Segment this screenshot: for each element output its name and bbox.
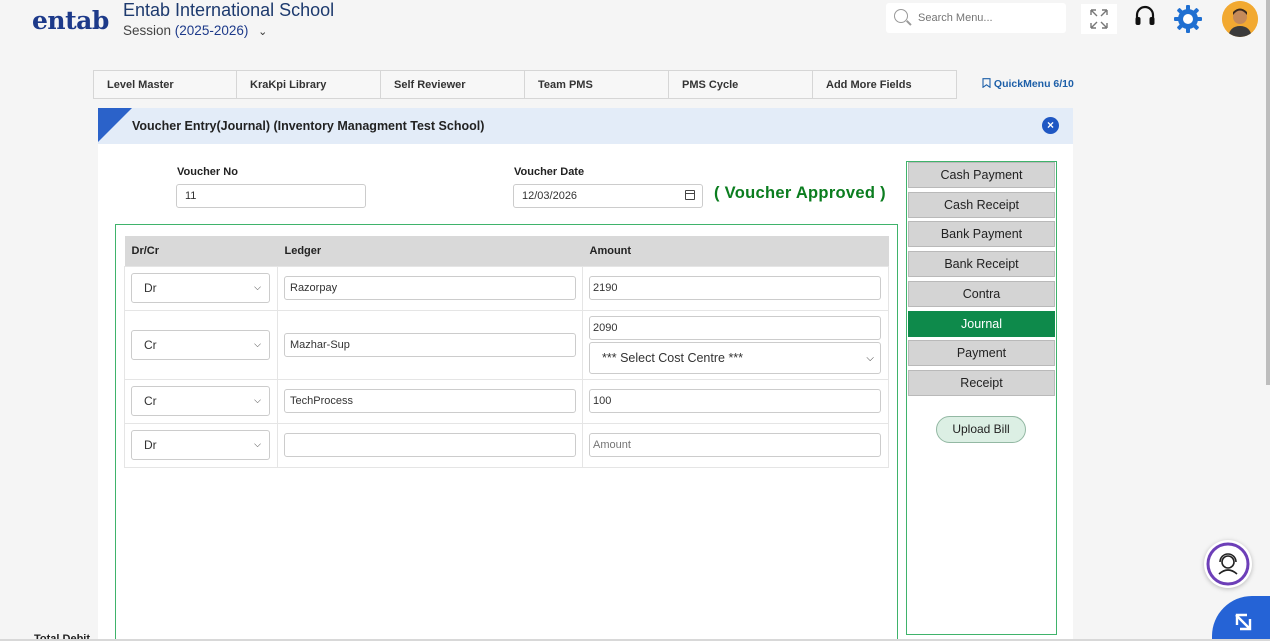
quickmenu-link[interactable]: QuickMenu 6/10 — [982, 78, 1074, 90]
col-ledger: Ledger — [277, 236, 583, 266]
search-icon — [894, 9, 908, 23]
ledger-input[interactable] — [284, 276, 576, 300]
tab-pms-cycle[interactable]: PMS Cycle — [669, 70, 813, 99]
bank-payment-button[interactable]: Bank Payment — [908, 221, 1055, 247]
chevron-down-icon: ⌄ — [258, 26, 268, 38]
page-scrollbar[interactable] — [1266, 0, 1270, 385]
close-icon[interactable]: × — [1042, 117, 1059, 134]
table-header-row: Dr/Cr Ledger Amount — [124, 236, 889, 266]
cash-receipt-button[interactable]: Cash Receipt — [908, 192, 1055, 218]
drcr-select[interactable]: Dr ⌵ — [131, 430, 270, 460]
voucher-date-label: Voucher Date — [514, 166, 585, 178]
user-avatar[interactable] — [1222, 1, 1258, 37]
gear-icon[interactable] — [1172, 3, 1204, 40]
session-selector[interactable]: Session (2025-2026) ⌄ — [123, 23, 267, 38]
tab-team-pms[interactable]: Team PMS — [525, 70, 669, 99]
amount-input[interactable] — [589, 433, 881, 457]
voucher-status: ( Voucher Approved ) — [714, 184, 886, 202]
support-agent-icon — [1206, 542, 1250, 586]
ledger-table: Dr/Cr Ledger Amount Dr⌵ Cr⌵ *** Select C… — [124, 236, 889, 468]
drcr-select[interactable]: Cr ⌵ — [131, 329, 270, 360]
school-name: Entab International School — [123, 0, 335, 20]
chevron-down-icon: ⌵ — [254, 338, 261, 349]
table-row: Dr ⌵ — [124, 265, 889, 311]
drcr-select[interactable]: Cr ⌵ — [131, 386, 270, 416]
amount-input[interactable] — [589, 315, 881, 340]
session-value: (2025-2026) — [174, 23, 249, 38]
amount-input[interactable] — [589, 276, 881, 300]
cash-payment-button[interactable]: Cash Payment — [908, 162, 1055, 188]
page-title: Voucher Entry(Journal) (Inventory Managm… — [132, 119, 485, 133]
amount-input[interactable] — [589, 389, 881, 413]
quickmenu-label: QuickMenu 6/10 — [993, 78, 1074, 90]
session-label: Session — [123, 23, 172, 38]
ledger-input[interactable] — [284, 332, 576, 357]
voucher-date-input[interactable] — [513, 184, 703, 208]
col-amount: Amount — [582, 236, 889, 266]
voucher-type-panel: Cash Payment Cash Receipt Bank Payment B… — [906, 161, 1057, 635]
chevron-down-icon: ⌵ — [254, 282, 261, 292]
voucher-no-input[interactable] — [176, 184, 366, 208]
chevron-down-icon: ⌵ — [254, 395, 261, 405]
col-drcr: Dr/Cr — [124, 236, 278, 266]
ledger-input[interactable] — [284, 433, 576, 457]
panel-header: Voucher Entry(Journal) (Inventory Managm… — [98, 108, 1073, 144]
arrow-diagonal-icon — [1235, 613, 1252, 631]
bank-receipt-button[interactable]: Bank Receipt — [908, 251, 1055, 277]
bookmark-icon — [982, 78, 991, 89]
drcr-select[interactable]: Dr ⌵ — [131, 273, 270, 303]
app-header: entab Entab International School Session… — [0, 0, 1270, 50]
search-input[interactable] — [918, 9, 1058, 27]
corner-ribbon — [98, 108, 132, 142]
table-row: Cr⌵ *** Select Cost Centre ***⌵ — [124, 309, 889, 380]
ledger-input[interactable] — [284, 389, 576, 413]
chevron-down-icon: ⌵ — [866, 352, 874, 364]
payment-button[interactable]: Payment — [908, 340, 1055, 366]
tab-level-master[interactable]: Level Master — [93, 70, 237, 99]
table-row: Cr ⌵ — [124, 378, 889, 424]
chevron-down-icon: ⌵ — [254, 439, 261, 449]
search-menu[interactable] — [886, 3, 1066, 33]
upload-bill-button[interactable]: Upload Bill — [936, 416, 1026, 443]
top-nav: Level Master KraKpi Library Self Reviewe… — [93, 70, 957, 99]
table-row: Dr ⌵ — [124, 422, 889, 468]
voucher-no-label: Voucher No — [177, 166, 238, 178]
receipt-button[interactable]: Receipt — [908, 370, 1055, 396]
tab-self-reviewer[interactable]: Self Reviewer — [381, 70, 525, 99]
headset-icon[interactable] — [1132, 3, 1158, 34]
cost-centre-select[interactable]: *** Select Cost Centre *** ⌵ — [589, 341, 881, 374]
tab-add-more-fields[interactable]: Add More Fields — [813, 70, 957, 99]
calendar-icon[interactable] — [685, 190, 695, 200]
tab-krakpi-library[interactable]: KraKpi Library — [237, 70, 381, 99]
ledger-entry-area: Dr/Cr Ledger Amount Dr⌵ Cr⌵ *** Select C… — [115, 224, 898, 641]
support-chat-button[interactable] — [1204, 540, 1252, 588]
corner-action-button[interactable] — [1212, 596, 1270, 641]
journal-button[interactable]: Journal — [908, 311, 1055, 337]
fullscreen-icon[interactable] — [1081, 4, 1117, 34]
contra-button[interactable]: Contra — [908, 281, 1055, 307]
entab-logo[interactable]: entab — [32, 6, 109, 35]
